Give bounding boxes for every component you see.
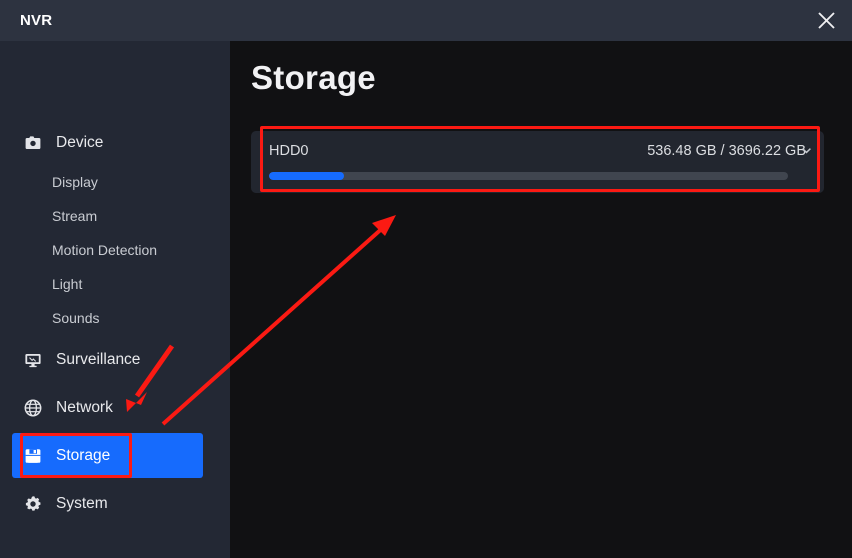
app-title: NVR — [20, 12, 53, 29]
sidebar-item-network[interactable]: Network — [12, 385, 203, 430]
sidebar-item-label: Motion Detection — [52, 242, 158, 258]
floppy-disk-icon — [22, 445, 44, 467]
sidebar-item-label: Surveillance — [56, 350, 141, 368]
storage-disk-summary: HDD0 536.48 GB / 3696.22 GB — [269, 143, 806, 159]
sidebar-item-label: Light — [52, 276, 83, 292]
sidebar-item-system[interactable]: System — [12, 481, 203, 526]
sidebar: Device Display Stream Motion Detection L… — [0, 41, 230, 558]
expand-disk-button[interactable] — [798, 145, 814, 161]
disk-usage-fill — [269, 172, 345, 180]
sidebar-item-label: Sounds — [52, 310, 100, 326]
sidebar-item-stream[interactable]: Stream — [12, 199, 203, 233]
page-title: Storage — [251, 59, 376, 96]
sidebar-item-light[interactable]: Light — [12, 267, 203, 301]
camera-icon — [22, 132, 44, 154]
close-icon — [817, 11, 836, 30]
nvr-app-window: NVR Device Display Stream Motion Detecti… — [0, 0, 852, 558]
chevron-down-icon — [800, 144, 813, 162]
sidebar-item-surveillance[interactable]: Surveillance — [12, 337, 203, 382]
disk-usage-progress — [269, 172, 788, 180]
monitor-icon — [22, 349, 44, 371]
disk-name: HDD0 — [269, 143, 309, 159]
sidebar-item-label: System — [56, 494, 108, 512]
sidebar-item-label: Storage — [56, 446, 111, 464]
sidebar-item-label: Display — [52, 174, 98, 190]
globe-icon — [22, 397, 44, 419]
main-content: Storage HDD0 536.48 GB / 3696.22 GB — [230, 41, 852, 558]
sidebar-item-motion-detection[interactable]: Motion Detection — [12, 233, 203, 267]
sidebar-item-display[interactable]: Display — [12, 165, 203, 199]
sidebar-item-label: Network — [56, 398, 113, 416]
sidebar-item-sounds[interactable]: Sounds — [12, 301, 203, 335]
close-button[interactable] — [800, 0, 852, 41]
sidebar-item-label: Device — [56, 133, 104, 151]
title-bar: NVR — [0, 0, 852, 41]
disk-capacity-text: 536.48 GB / 3696.22 GB — [647, 143, 806, 159]
sidebar-item-label: Stream — [52, 208, 98, 224]
sidebar-item-device[interactable]: Device — [12, 120, 203, 165]
sidebar-item-storage[interactable]: Storage — [12, 433, 203, 478]
gear-icon — [22, 493, 44, 515]
storage-disk-card[interactable]: HDD0 536.48 GB / 3696.22 GB — [251, 131, 824, 193]
